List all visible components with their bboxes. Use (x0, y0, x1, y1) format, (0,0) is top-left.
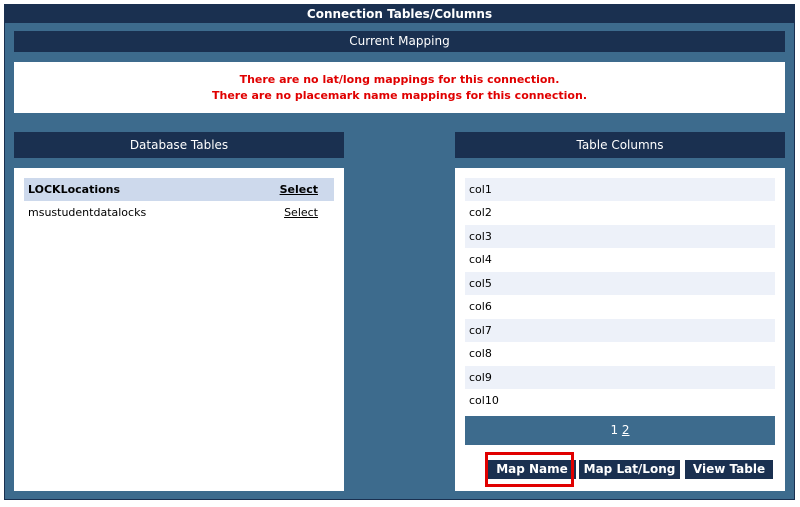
current-mapping-header: Current Mapping (14, 31, 785, 52)
select-link[interactable]: Select (280, 178, 318, 201)
column-row: col4 (465, 248, 775, 271)
table-row[interactable]: LOCKLocations Select (24, 178, 334, 201)
column-row: col7 (465, 319, 775, 342)
column-pager: 1 2 (465, 416, 775, 445)
column-row: col2 (465, 201, 775, 224)
column-name: col8 (469, 347, 492, 360)
latlong-mapping-message: There are no lat/long mappings for this … (239, 73, 560, 86)
column-name: col5 (469, 277, 492, 290)
column-name: col3 (469, 230, 492, 243)
column-name: col1 (469, 183, 492, 196)
view-table-button[interactable]: View Table (685, 460, 773, 479)
table-name: LOCKLocations (28, 183, 121, 196)
table-columns-panel: col1 col2 col3 col4 col5 col6 col7 col8 … (455, 168, 785, 491)
page-1-link[interactable]: 1 (610, 423, 618, 437)
table-row[interactable]: msustudentdatalocks Select (24, 201, 334, 224)
database-tables-panel: LOCKLocations Select msustudentdatalocks… (14, 168, 344, 491)
current-mapping-panel: There are no lat/long mappings for this … (14, 62, 785, 113)
column-row: col10 (465, 389, 775, 412)
column-name: col9 (469, 371, 492, 384)
column-name: col7 (469, 324, 492, 337)
select-link[interactable]: Select (284, 201, 318, 224)
map-name-highlight (485, 452, 574, 487)
column-row: col3 (465, 225, 775, 248)
column-row: col5 (465, 272, 775, 295)
column-name: col4 (469, 253, 492, 266)
connection-tables-window: Connection Tables/Columns Current Mappin… (4, 4, 795, 500)
column-row: col6 (465, 295, 775, 318)
column-name: col6 (469, 300, 492, 313)
database-tables-header: Database Tables (14, 132, 344, 158)
window-title: Connection Tables/Columns (5, 5, 794, 23)
column-name: col2 (469, 206, 492, 219)
table-columns-header: Table Columns (455, 132, 785, 158)
table-name: msustudentdatalocks (28, 206, 147, 219)
map-latlong-button[interactable]: Map Lat/Long (579, 460, 680, 479)
column-row: col1 (465, 178, 775, 201)
column-name: col10 (469, 394, 499, 407)
column-row: col8 (465, 342, 775, 365)
placemark-mapping-message: There are no placemark name mappings for… (211, 89, 587, 102)
page-2-link[interactable]: 2 (622, 423, 630, 437)
column-row: col9 (465, 366, 775, 389)
